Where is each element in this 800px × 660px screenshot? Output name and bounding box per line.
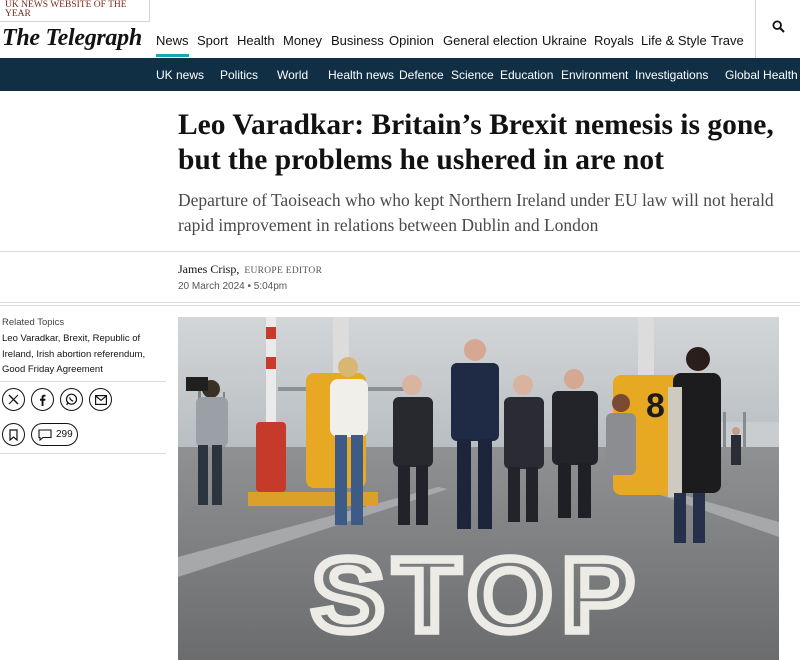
- secondary-nav: UK news Politics World Health news Defen…: [0, 58, 800, 91]
- share-email-button[interactable]: [89, 388, 112, 411]
- nav-travel[interactable]: Travel: [711, 33, 744, 48]
- subnav-global-health[interactable]: Global Health Se: [725, 68, 800, 82]
- site-header: UK NEWS WEBSITE OF THE YEAR The Telegrap…: [0, 0, 800, 58]
- bookmark-icon: [9, 428, 18, 441]
- road-marking-stop: STOP: [312, 539, 644, 653]
- subnav-environment[interactable]: Environment: [561, 68, 628, 82]
- article-headline: Leo Varadkar: Britain’s Brexit nemesis i…: [178, 109, 774, 176]
- share-x-button[interactable]: [2, 388, 25, 411]
- related-topics-title: Related Topics: [2, 317, 65, 328]
- nav-ukraine[interactable]: Ukraine: [542, 33, 587, 48]
- award-banner: UK NEWS WEBSITE OF THE YEAR: [0, 0, 150, 22]
- comments-button[interactable]: 299: [31, 423, 78, 446]
- nav-sport[interactable]: Sport: [197, 33, 228, 48]
- save-article-button[interactable]: [2, 423, 25, 446]
- author-name[interactable]: James Crisp,: [178, 262, 239, 276]
- subnav-science[interactable]: Science: [451, 68, 494, 82]
- nav-news[interactable]: News: [156, 33, 189, 57]
- article-standfirst: Departure of Taoiseach who who kept Nort…: [178, 190, 774, 235]
- publish-date: 20 March 2024 • 5:04pm: [178, 281, 288, 292]
- nav-life-style[interactable]: Life & Style: [641, 33, 707, 48]
- subnav-world[interactable]: World: [277, 68, 308, 82]
- author-role: Europe Editor: [244, 266, 323, 276]
- nav-opinion[interactable]: Opinion: [389, 33, 434, 48]
- nav-money[interactable]: Money: [283, 33, 322, 48]
- search-icon: [772, 20, 785, 33]
- share-facebook-button[interactable]: [31, 388, 54, 411]
- article-hero-photo[interactable]: 8 STOP: [178, 317, 779, 660]
- whatsapp-icon: [65, 393, 78, 406]
- divider: [0, 305, 800, 306]
- subnav-uk-news[interactable]: UK news: [156, 68, 204, 82]
- byline: James Crisp, Europe Editor: [178, 262, 322, 277]
- subnav-education[interactable]: Education: [500, 68, 553, 82]
- comment-count: 299: [56, 429, 73, 440]
- nav-general-election[interactable]: General election: [443, 33, 538, 48]
- related-topics-links[interactable]: Leo Varadkar, Brexit, Republic of Irelan…: [2, 331, 167, 378]
- search-button[interactable]: [755, 0, 800, 58]
- nav-business[interactable]: Business: [331, 33, 384, 48]
- nav-health[interactable]: Health: [237, 33, 275, 48]
- subnav-health-news[interactable]: Health news: [328, 68, 394, 82]
- subnav-defence[interactable]: Defence: [399, 68, 444, 82]
- divider: [0, 381, 166, 382]
- divider: [0, 453, 166, 454]
- booth-number: 8: [646, 387, 665, 425]
- primary-nav: News Sport Health Money Business Opinion…: [150, 0, 744, 58]
- divider: [0, 251, 800, 252]
- email-icon: [94, 394, 107, 405]
- x-icon: [8, 394, 19, 405]
- telegraph-logo[interactable]: The Telegraph: [2, 25, 142, 52]
- subnav-politics[interactable]: Politics: [220, 68, 258, 82]
- nav-royals[interactable]: Royals: [594, 33, 634, 48]
- subnav-investigations[interactable]: Investigations: [635, 68, 708, 82]
- facebook-icon: [40, 394, 46, 406]
- comment-icon: [38, 428, 52, 441]
- share-whatsapp-button[interactable]: [60, 388, 83, 411]
- divider: [0, 302, 800, 303]
